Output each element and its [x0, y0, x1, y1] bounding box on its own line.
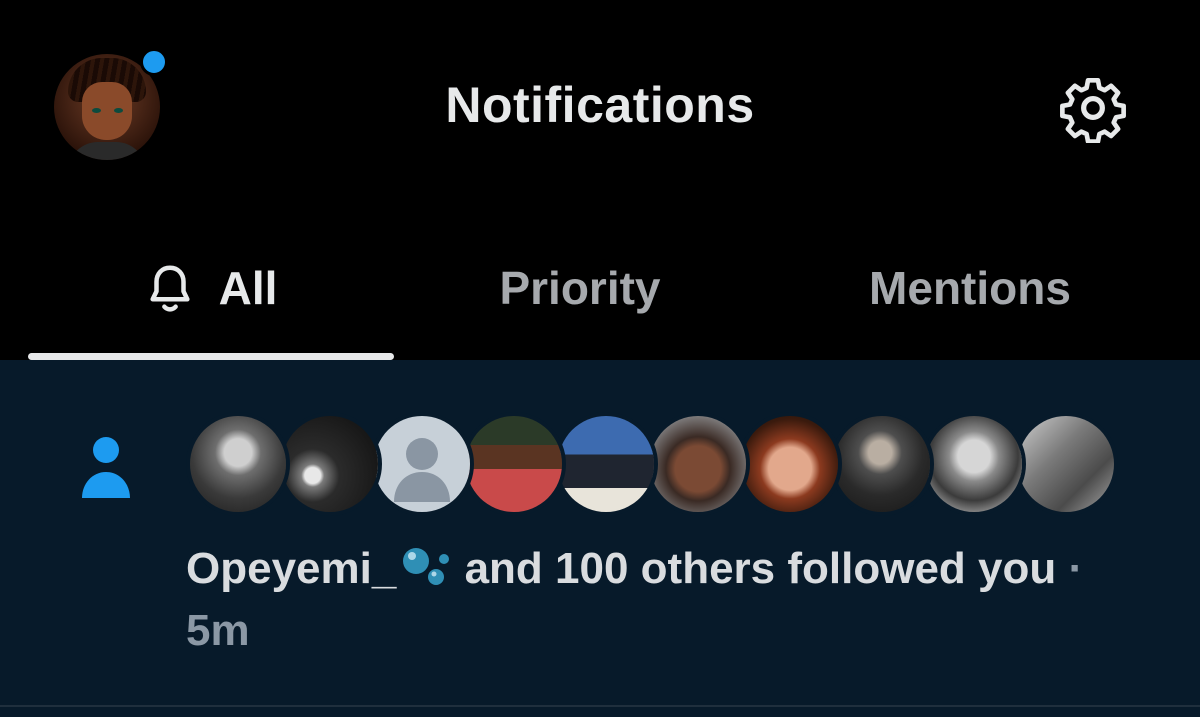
top-bar: Notifications — [0, 0, 1200, 215]
tab-priority-label: Priority — [499, 261, 661, 314]
notification-body: and 100 others followed you — [464, 544, 1057, 593]
timestamp: 5m — [186, 606, 250, 655]
follower-avatar[interactable] — [462, 412, 566, 516]
tab-bar: All Priority Mentions — [0, 215, 1200, 360]
follow-notification[interactable]: Opeyemi_ and 100 others followed you · 5… — [0, 360, 1200, 705]
feed-divider — [0, 705, 1200, 707]
follower-avatar[interactable] — [1014, 412, 1118, 516]
person-icon — [82, 437, 130, 498]
tab-priority[interactable]: Priority — [380, 215, 780, 360]
bubbles-emoji — [396, 543, 452, 591]
avatar-shirt — [68, 142, 146, 160]
follower-avatar[interactable] — [738, 412, 842, 516]
follower-avatar[interactable] — [922, 412, 1026, 516]
tab-all[interactable]: All — [0, 215, 420, 360]
follower-avatar[interactable] — [554, 412, 658, 516]
page-title: Notifications — [445, 77, 755, 133]
follower-avatar[interactable] — [278, 412, 382, 516]
separator-dot: · — [1068, 544, 1084, 593]
tab-mentions-label: Mentions — [869, 261, 1071, 314]
settings-button[interactable] — [1055, 70, 1131, 146]
tab-mentions[interactable]: Mentions — [780, 215, 1160, 360]
gear-icon — [1060, 77, 1126, 143]
follower-avatar[interactable] — [830, 412, 934, 516]
tab-all-label: All — [218, 261, 278, 314]
follower-avatar[interactable] — [186, 412, 290, 516]
active-tab-indicator — [28, 353, 394, 360]
bell-icon — [143, 261, 197, 315]
notification-text: Opeyemi_ and 100 others followed you · 5… — [186, 538, 1146, 662]
follower-avatar[interactable] — [646, 412, 750, 516]
notifications-feed: Opeyemi_ and 100 others followed you · 5… — [0, 360, 1200, 717]
follower-avatar[interactable] — [370, 412, 474, 516]
unread-dot — [140, 48, 168, 76]
actor-name[interactable]: Opeyemi_ — [186, 544, 396, 593]
